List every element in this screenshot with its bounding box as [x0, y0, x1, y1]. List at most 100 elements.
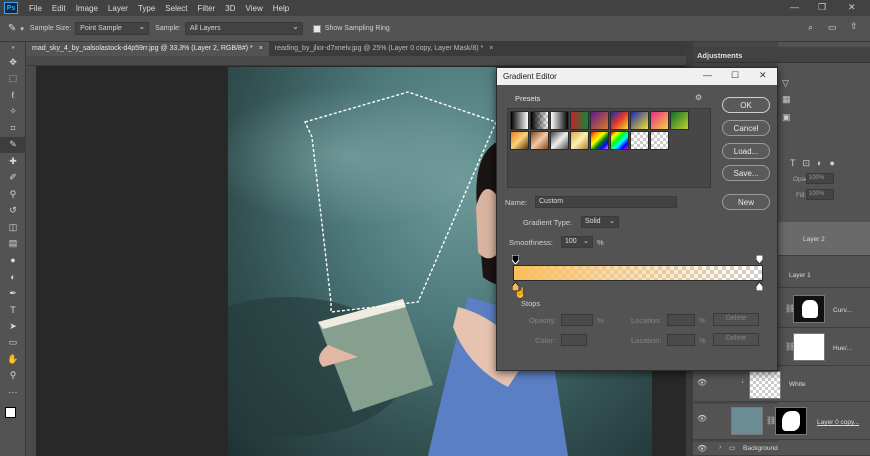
collapse-toolbar-icon[interactable]: » [0, 42, 26, 54]
preset-swatch[interactable] [610, 111, 629, 130]
cancel-button[interactable]: Cancel [722, 120, 770, 136]
layer-thumbnail[interactable] [731, 407, 763, 435]
gradient-tool-icon[interactable]: ▤ [0, 236, 26, 253]
more-tools-icon[interactable]: ··· [0, 384, 26, 401]
curves-mask-thumbnail[interactable] [793, 295, 825, 323]
preset-swatch[interactable] [570, 131, 589, 150]
ok-button[interactable]: OK [722, 97, 770, 113]
lasso-tool-icon[interactable]: ℓ [0, 87, 26, 104]
preset-swatch[interactable] [590, 131, 609, 150]
tool-preset-chevron-icon[interactable]: ▾ [20, 25, 24, 33]
hand-tool-icon[interactable]: ✋ [0, 351, 26, 368]
preset-swatch[interactable] [630, 111, 649, 130]
hue-mask-thumbnail[interactable] [793, 333, 825, 361]
crop-tool-icon[interactable]: ⌗ [0, 120, 26, 137]
color-swatches[interactable] [0, 401, 25, 431]
menu-help[interactable]: Help [268, 4, 294, 13]
visibility-eye-icon[interactable]: 👁 [697, 444, 707, 453]
foreground-color-swatch[interactable] [5, 406, 16, 418]
triangle-adjust-icon[interactable]: ▽ [782, 78, 789, 89]
save-button[interactable]: Save... [722, 165, 770, 181]
menu-select[interactable]: Select [160, 4, 192, 13]
color-stop-right[interactable] [755, 281, 764, 292]
path-select-icon[interactable]: ➤ [0, 318, 26, 335]
fill-field[interactable]: 100% [806, 189, 834, 200]
layer-row-layer-0-copy[interactable]: 👁 ⛓ Layer 0 copy... [693, 404, 870, 440]
menu-filter[interactable]: Filter [193, 4, 221, 13]
minimize-icon[interactable]: — [790, 2, 799, 12]
layer-mask-thumbnail[interactable] [775, 407, 807, 435]
layer-row-white[interactable]: 👁 ↓ White [693, 368, 870, 402]
dialog-minimize-icon[interactable]: — [703, 70, 712, 80]
preset-swatch[interactable] [550, 131, 569, 150]
presets-gear-icon[interactable]: ⚙ [695, 93, 702, 102]
visibility-eye-icon[interactable]: 👁 [697, 378, 707, 387]
preset-swatch[interactable] [570, 111, 589, 130]
menu-view[interactable]: View [241, 4, 268, 13]
group-chevron-icon[interactable]: › [719, 444, 721, 451]
menu-file[interactable]: File [24, 4, 47, 13]
show-sampling-ring-checkbox[interactable] [312, 24, 321, 33]
layer-filter-icons[interactable]: T⊡◐● [790, 158, 842, 169]
shape-tool-icon[interactable]: ▭ [0, 335, 26, 352]
history-brush-icon[interactable]: ↺ [0, 203, 26, 220]
eraser-tool-icon[interactable]: ◫ [0, 219, 26, 236]
preset-swatch[interactable] [670, 111, 689, 130]
preset-swatch[interactable] [610, 131, 629, 150]
preset-swatch[interactable] [630, 131, 649, 150]
gradient-preview-bar[interactable] [513, 265, 763, 281]
adjustments-title[interactable]: Adjustments [697, 51, 742, 60]
menu-image[interactable]: Image [71, 4, 103, 13]
blur-tool-icon[interactable]: ● [0, 252, 26, 269]
share-icon[interactable]: ⇧ [850, 21, 858, 32]
grid-adjust-icon[interactable]: ▦ [782, 94, 791, 105]
white-layer-thumbnail[interactable] [749, 371, 781, 399]
brush-tool-icon[interactable]: ✐ [0, 170, 26, 187]
close-tab-icon[interactable]: × [259, 45, 263, 52]
marquee-tool-icon[interactable]: ⬚ [0, 71, 26, 88]
eyedropper-icon[interactable]: ✎ [8, 23, 16, 34]
smoothness-field[interactable]: 100 ⌄ [561, 236, 593, 248]
gradient-type-select[interactable]: Solid ⌄ [581, 216, 619, 228]
close-icon[interactable]: ✕ [848, 2, 856, 13]
workspace-icon[interactable]: ▭ [828, 22, 837, 33]
dialog-close-icon[interactable]: ✕ [759, 70, 767, 81]
menu-3d[interactable]: 3D [220, 4, 240, 13]
quick-select-tool-icon[interactable]: ✧ [0, 104, 26, 121]
square-adjust-icon[interactable]: ▣ [782, 112, 791, 123]
tab-mad-sky[interactable]: mad_sky_4_by_salsolastock-d4p59rr.jpg @ … [26, 42, 269, 56]
preset-swatch[interactable] [530, 111, 549, 130]
close-tab-icon[interactable]: × [489, 45, 493, 52]
preset-swatch[interactable] [510, 111, 529, 130]
new-button[interactable]: New [722, 194, 770, 210]
visibility-eye-icon[interactable]: 👁 [697, 414, 707, 423]
layer-row-background[interactable]: 👁 › ▭ Background [693, 442, 870, 456]
restore-icon[interactable]: ❐ [818, 2, 826, 13]
sample-select[interactable]: All Layers [184, 22, 303, 35]
search-icon[interactable]: ⌕ [808, 22, 813, 33]
preset-swatch[interactable] [550, 111, 569, 130]
stamp-tool-icon[interactable]: ⚲ [0, 186, 26, 203]
pen-tool-icon[interactable]: ✒ [0, 285, 26, 302]
menu-type[interactable]: Type [133, 4, 160, 13]
menu-edit[interactable]: Edit [47, 4, 71, 13]
opacity-stop-left[interactable] [511, 254, 520, 265]
preset-swatch[interactable] [510, 131, 529, 150]
presets-list[interactable] [507, 108, 711, 188]
sample-size-select[interactable]: Point Sample [75, 22, 150, 35]
zoom-tool-icon[interactable]: ⚲ [0, 368, 26, 385]
menu-layer[interactable]: Layer [103, 4, 133, 13]
dialog-maximize-icon[interactable]: ☐ [731, 70, 739, 81]
opacity-stop-right[interactable] [755, 254, 764, 265]
tab-reading[interactable]: reading_by_jlior-d7xnelv.jpg @ 25% (Laye… [269, 42, 500, 56]
name-field[interactable]: Custom [535, 196, 677, 208]
healing-tool-icon[interactable]: ✚ [0, 153, 26, 170]
move-tool-icon[interactable]: ✥ [0, 54, 26, 71]
preset-swatch[interactable] [650, 131, 669, 150]
dialog-title-bar[interactable]: Gradient Editor — ☐ ✕ [497, 68, 777, 85]
load-button[interactable]: Load... [722, 143, 770, 159]
dodge-tool-icon[interactable]: ◐ [0, 269, 26, 286]
type-tool-icon[interactable]: T [0, 302, 26, 319]
preset-swatch[interactable] [590, 111, 609, 130]
eyedropper-tool-icon[interactable]: ✎ [0, 136, 26, 153]
